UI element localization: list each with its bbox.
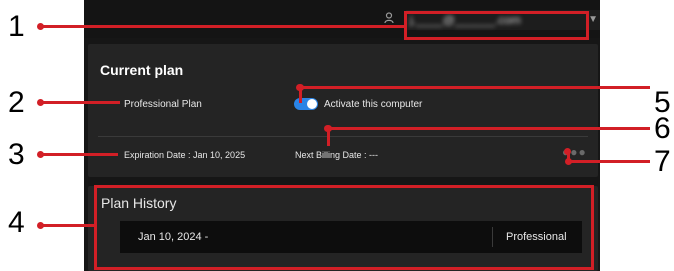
- callout-3: 3: [8, 138, 25, 171]
- plan-history-plan: Professional: [506, 231, 567, 243]
- leader-line-7: [565, 158, 650, 165]
- leader-line-2: [37, 99, 120, 106]
- divider: [98, 136, 588, 137]
- callout-2: 2: [8, 86, 25, 119]
- callout-4: 4: [8, 206, 25, 239]
- plan-history-card: Plan History Jan 10, 2024 - Professional: [88, 186, 598, 271]
- divider: [492, 227, 493, 247]
- toggle-knob: [307, 99, 317, 109]
- leader-line-4: [37, 222, 94, 229]
- account-bar: j.____@______.com ▼: [84, 0, 600, 38]
- callout-7: 7: [654, 145, 671, 178]
- caret-down-icon[interactable]: ▼: [588, 14, 598, 25]
- plan-history-title: Plan History: [101, 195, 177, 211]
- current-plan-card: Current plan Professional Plan Activate …: [88, 44, 598, 177]
- activate-computer-label: Activate this computer: [324, 99, 423, 110]
- activate-computer-toggle[interactable]: [294, 98, 318, 110]
- leader-line-5-stem: [296, 84, 303, 103]
- plan-history-date: Jan 10, 2024 -: [138, 231, 209, 243]
- callout-1: 1: [8, 10, 25, 43]
- account-panel: j.____@______.com ▼ Current plan Profess…: [84, 0, 600, 271]
- callout-6: 6: [654, 112, 671, 145]
- leader-line-6: [325, 125, 650, 132]
- current-plan-title: Current plan: [100, 62, 184, 78]
- account-email[interactable]: j.____@______.com: [406, 10, 600, 30]
- account-email-text: j.____@______.com: [410, 13, 521, 27]
- expiration-date: Expiration Date : Jan 10, 2025: [124, 150, 246, 160]
- plan-history-row: Jan 10, 2024 - Professional: [120, 221, 582, 253]
- user-icon: [384, 12, 396, 26]
- next-billing-date: Next Billing Date : ---: [295, 150, 379, 160]
- leader-line-6-stem: [324, 125, 331, 146]
- leader-line-1: [37, 23, 404, 30]
- leader-line-7-stem: [564, 148, 571, 162]
- leader-line-3: [37, 151, 118, 158]
- leader-line-5: [297, 84, 650, 91]
- plan-name: Professional Plan: [124, 99, 202, 110]
